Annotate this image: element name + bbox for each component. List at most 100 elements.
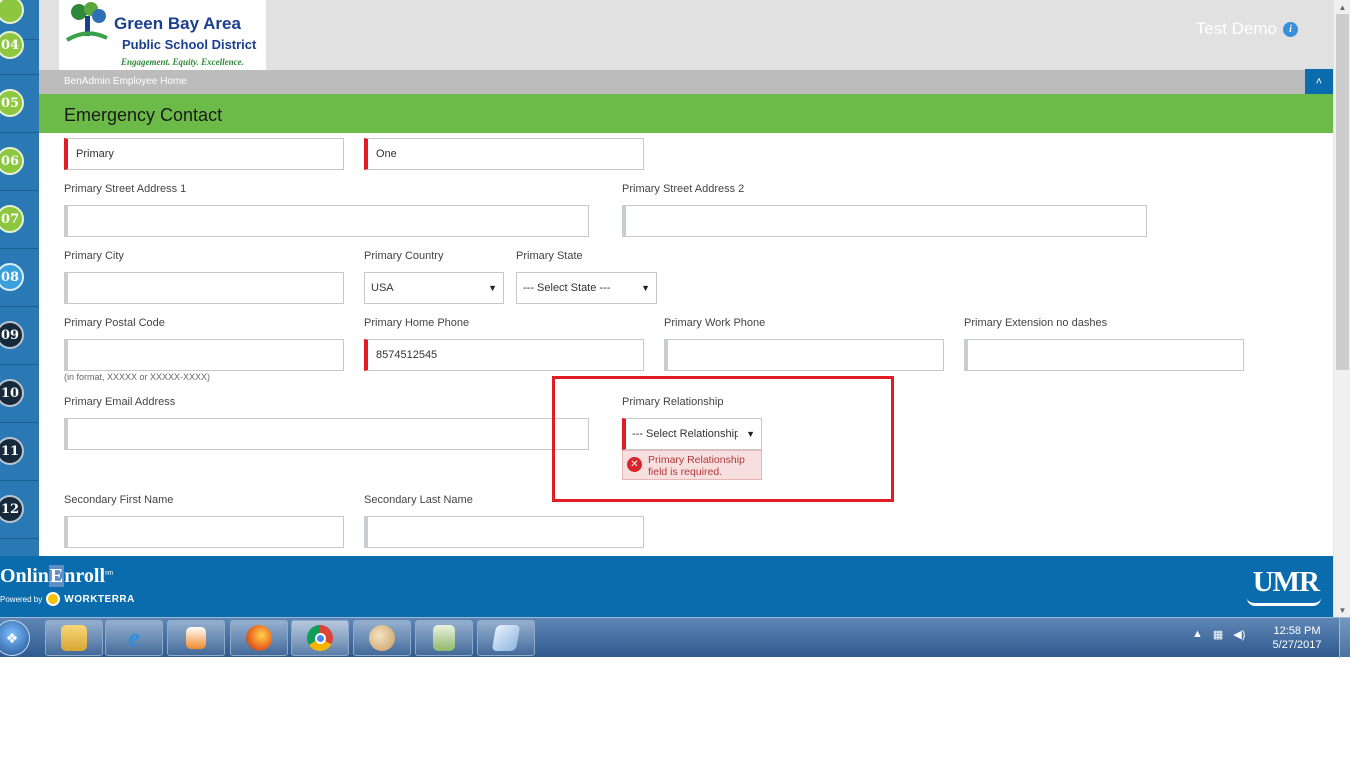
start-button[interactable]: ❖	[0, 620, 30, 656]
secondary-first-name-label: Secondary First Name	[64, 494, 174, 506]
breadcrumb-bar: BenAdmin Employee Home	[39, 70, 1333, 94]
work-phone-field[interactable]	[664, 339, 944, 371]
step-dot: 12	[0, 495, 24, 523]
postal-label: Primary Postal Code	[64, 317, 165, 329]
taskbar-app-notepad[interactable]	[477, 620, 535, 656]
network-icon[interactable]: ▦	[1213, 628, 1223, 641]
extension-field[interactable]	[964, 339, 1244, 371]
step-item[interactable]: 11	[0, 423, 39, 481]
internet-explorer-icon: e	[128, 623, 140, 652]
taskbar-app-paint[interactable]	[353, 620, 411, 656]
media-player-icon	[186, 627, 206, 649]
postal-code-field[interactable]	[64, 339, 344, 371]
state-label: Primary State	[516, 250, 583, 262]
step-dot: 05	[0, 89, 24, 117]
district-logo[interactable]: Green Bay Area Public School District En…	[59, 0, 266, 70]
logo-subtitle: Public School District	[122, 37, 257, 52]
step-item[interactable]: 04	[0, 17, 39, 75]
brand-text: E	[48, 565, 65, 587]
taskbar-app-chrome[interactable]	[291, 620, 349, 656]
workterra-text: WORKTERRA	[64, 593, 135, 605]
collapse-button[interactable]: ˄	[1305, 69, 1333, 94]
step-item[interactable]: 06	[0, 133, 39, 191]
home-phone-field[interactable]: 8574512545	[364, 339, 644, 371]
paint-icon	[369, 625, 395, 651]
step-dot: 08	[0, 263, 24, 291]
step-dot: 11	[0, 437, 24, 465]
info-icon[interactable]: i	[1283, 21, 1298, 37]
taskbar-app-firefox[interactable]	[230, 620, 288, 656]
logo-tagline: Engagement. Equity. Excellence.	[121, 57, 244, 67]
country-select[interactable]: USA ▼	[364, 272, 504, 304]
user-menu[interactable]: Test Demo i	[1196, 19, 1298, 39]
state-select[interactable]: --- Select State --- ▼	[516, 272, 657, 304]
error-highlight-box	[552, 376, 894, 502]
work-phone-label: Primary Work Phone	[664, 317, 766, 329]
clock-time: 12:58 PM	[1273, 625, 1321, 637]
workterra-icon	[46, 592, 61, 606]
primary-last-name-field[interactable]: One	[364, 138, 644, 170]
breadcrumb[interactable]: BenAdmin Employee Home	[64, 76, 187, 87]
taskbar-app-ie[interactable]: e	[105, 620, 163, 656]
chrome-icon	[307, 625, 333, 651]
email-field[interactable]	[64, 418, 589, 450]
step-item[interactable]: 09	[0, 307, 39, 365]
folder-icon	[61, 625, 87, 651]
field-value: Primary	[76, 148, 114, 160]
email-label: Primary Email Address	[64, 396, 176, 408]
secondary-last-name-field[interactable]	[364, 516, 644, 548]
country-label: Primary Country	[364, 250, 444, 262]
show-hidden-icons-icon[interactable]: ▲	[1192, 628, 1203, 641]
step-item[interactable]: 08	[0, 249, 39, 307]
umr-logo[interactable]: UMR	[1253, 566, 1320, 599]
clock[interactable]: 12:58 PM 5/27/2017	[1262, 624, 1332, 652]
section-title: Emergency Contact	[64, 105, 223, 125]
page: 04 05 06 07 08 09 10 11 12 Green Bay Are…	[0, 0, 1366, 768]
logo-title: Green Bay Area	[114, 14, 241, 33]
brand-mark: sm	[105, 568, 114, 577]
scrollbar-thumb[interactable]	[1336, 14, 1349, 370]
field-value: One	[376, 148, 397, 160]
taskbar-app-explorer[interactable]	[45, 620, 103, 656]
step-dot: 07	[0, 205, 24, 233]
taskbar-app-media[interactable]	[167, 620, 225, 656]
select-value: USA	[371, 282, 394, 294]
city-label: Primary City	[64, 250, 124, 262]
street2-label: Primary Street Address 2	[622, 183, 745, 195]
taskbar-app-calculator[interactable]	[415, 620, 473, 656]
street1-label: Primary Street Address 1	[64, 183, 187, 195]
city-field[interactable]	[64, 272, 344, 304]
onlinenroll-logo[interactable]: OnlinEnrollsm	[0, 565, 113, 588]
footer: OnlinEnrollsm Powered by WORKTERRA UMR	[0, 556, 1333, 617]
header: Green Bay Area Public School District En…	[39, 0, 1333, 70]
volume-icon[interactable]: ◀)	[1233, 628, 1245, 641]
street1-field[interactable]	[64, 205, 589, 237]
clock-date: 5/27/2017	[1272, 639, 1322, 651]
show-desktop-button[interactable]	[1339, 618, 1350, 658]
system-tray: ▲ ▦ ◀)	[1192, 628, 1245, 641]
step-dot: 06	[0, 147, 24, 175]
section-header: Emergency Contact	[39, 94, 1333, 133]
secondary-last-name-label: Secondary Last Name	[364, 494, 473, 506]
postal-hint: (in format, XXXXX or XXXXX-XXXX)	[64, 372, 211, 382]
powered-by-text: Powered by	[0, 594, 43, 604]
windows-icon: ❖	[5, 629, 19, 646]
step-dot: 10	[0, 379, 24, 407]
step-item[interactable]: 12	[0, 481, 39, 539]
scroll-down-icon[interactable]: ▼	[1334, 603, 1351, 617]
calculator-icon	[433, 625, 455, 651]
secondary-first-name-field[interactable]	[64, 516, 344, 548]
umr-swoosh	[1247, 598, 1321, 606]
chevron-up-icon: ˄	[1315, 75, 1323, 88]
scroll-up-icon[interactable]: ▲	[1334, 0, 1351, 14]
primary-first-name-field[interactable]: Primary	[64, 138, 344, 170]
step-item[interactable]: 07	[0, 191, 39, 249]
vertical-scrollbar[interactable]: ▲ ▼	[1333, 0, 1350, 617]
brand-text: Onlin	[0, 565, 49, 587]
notepad-icon	[491, 625, 521, 651]
field-value: 8574512545	[376, 349, 438, 361]
step-item[interactable]: 10	[0, 365, 39, 423]
firefox-icon	[246, 625, 272, 651]
step-item[interactable]: 05	[0, 75, 39, 133]
street2-field[interactable]	[622, 205, 1147, 237]
